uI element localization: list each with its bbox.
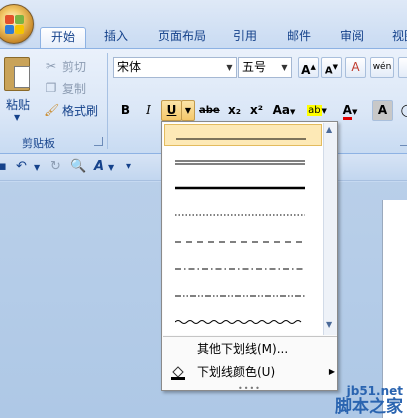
single-line-icon (176, 138, 306, 140)
resize-grip-icon[interactable]: •••• (238, 384, 261, 393)
change-case-label: Aa (272, 103, 290, 117)
watermark-text: 脚本之家 (335, 397, 403, 417)
underline-dropdown-icon[interactable]: ▼ (181, 100, 195, 121)
highlight-button[interactable]: ab▼ (303, 100, 331, 121)
paste-button-label[interactable]: 粘贴 (6, 96, 30, 113)
clear-formatting-button[interactable]: A (345, 57, 366, 78)
underline-option-dash-dot-dot[interactable] (175, 284, 305, 306)
underline-option-wave[interactable] (174, 310, 305, 332)
clear-formatting-icon: A (351, 60, 360, 74)
tab-references[interactable]: 引用 (224, 27, 266, 48)
office-button[interactable] (0, 4, 34, 44)
paste-icon[interactable] (4, 57, 30, 91)
format-painter-label: 格式刷 (62, 103, 99, 118)
shrink-font-button[interactable]: A▼ (321, 57, 342, 78)
underline-option-dash-dot[interactable] (175, 257, 305, 279)
save-icon[interactable]: ▪ (0, 159, 7, 174)
clipboard-dialog-launcher-icon[interactable] (94, 137, 103, 146)
office-logo-icon (5, 15, 25, 35)
scroll-up-icon[interactable]: ▲ (326, 125, 332, 134)
undo-dropdown-icon[interactable]: ▼ (34, 163, 40, 172)
strikethrough-button[interactable]: abe (198, 100, 221, 121)
highlighter-icon: ab (307, 105, 322, 116)
tab-home[interactable]: 开始 (40, 27, 86, 48)
underline-option-dotted[interactable] (175, 203, 305, 225)
grow-font-button[interactable]: A▲ (298, 57, 319, 78)
underline-color-label: 下划线颜色(U) (197, 365, 276, 379)
phonetic-guide-button[interactable]: wén (370, 57, 394, 78)
group-separator (107, 53, 108, 149)
paste-dropdown-icon[interactable]: ▼ (14, 113, 20, 122)
scissors-icon: ✂ (45, 59, 57, 73)
tab-view[interactable]: 视图 (384, 27, 407, 48)
print-preview-icon[interactable]: 🔍 (70, 159, 86, 174)
dotted-line-icon (175, 214, 305, 216)
paint-bucket-icon (170, 364, 186, 380)
undo-icon[interactable]: ↶ (16, 159, 27, 174)
brush-icon: 🖌 (44, 103, 60, 117)
phonetic-guide-icon: wén (372, 62, 392, 72)
underline-button[interactable]: U (161, 100, 182, 121)
copy-button[interactable]: ❐ 复制 (44, 79, 86, 97)
thick-line-icon (175, 186, 305, 190)
dashed-line-icon (175, 241, 305, 243)
dash-dot-line-icon (175, 268, 305, 270)
underline-option-single[interactable] (164, 124, 322, 146)
underline-color-item[interactable]: 下划线颜色(U) ▶ (163, 361, 337, 383)
underline-style-menu: ▲ ▼ 其他下划线(M)... 下划线颜色(U) ▶ •••• (161, 121, 338, 393)
enclose-circle-icon[interactable]: ◯ (397, 100, 407, 121)
submenu-arrow-icon: ▶ (328, 367, 335, 376)
watermark: jb51.net 脚本之家 (335, 384, 403, 416)
text-effects-icon[interactable]: A (94, 159, 104, 174)
format-painter-button[interactable]: 🖌 格式刷 (44, 101, 98, 119)
double-line-icon (175, 160, 305, 165)
font-name-combo[interactable]: 宋体 ▼ (113, 57, 237, 78)
bold-button[interactable]: B (115, 100, 136, 121)
ribbon-tab-bar: 开始 插入 页面布局 引用 邮件 审阅 视图 (0, 0, 407, 48)
copy-icon: ❐ (45, 81, 57, 95)
font-size-combo[interactable]: 五号 ▼ (238, 57, 292, 78)
dash-dot-dot-line-icon (175, 295, 305, 297)
customize-toolbar-icon[interactable]: ▾ (126, 161, 131, 172)
underline-option-dashed[interactable] (175, 230, 305, 252)
tab-page-layout[interactable]: 页面布局 (148, 27, 216, 48)
cut-button[interactable]: ✂ 剪切 (44, 57, 86, 75)
more-underlines-label: 其他下划线(M)... (197, 342, 289, 356)
underline-option-double[interactable] (175, 149, 305, 171)
wave-line-icon (174, 320, 302, 324)
shrink-font-label: A (324, 65, 333, 77)
italic-button[interactable]: I (138, 100, 159, 121)
chevron-down-icon[interactable]: ▼ (278, 58, 291, 77)
cut-label: 剪切 (62, 59, 87, 74)
underline-style-gallery (163, 123, 323, 335)
gallery-scrollbar[interactable]: ▲ ▼ (323, 123, 337, 335)
font-color-button[interactable]: A▼ (336, 100, 364, 121)
font-size-value: 五号 (242, 60, 267, 74)
font-name-value: 宋体 (117, 60, 142, 74)
character-shading-button[interactable]: A (372, 100, 393, 121)
font-color-icon: A (342, 103, 352, 120)
tab-mailings[interactable]: 邮件 (278, 27, 320, 48)
enclose-characters-button[interactable] (398, 57, 407, 78)
superscript-button[interactable]: x² (246, 100, 267, 121)
tab-review[interactable]: 审阅 (330, 27, 374, 48)
chevron-down-icon[interactable]: ▼ (223, 58, 236, 77)
font-dialog-launcher-icon[interactable] (400, 137, 407, 146)
tab-insert[interactable]: 插入 (94, 27, 138, 48)
scroll-down-icon[interactable]: ▼ (326, 320, 332, 329)
watermark-url: jb51.net (346, 384, 403, 398)
clipboard-group-label: 剪贴板 (22, 137, 55, 150)
copy-label: 复制 (62, 81, 87, 96)
text-effects-dropdown-icon[interactable]: ▼ (108, 163, 114, 172)
redo-icon[interactable]: ↻ (50, 159, 61, 174)
change-case-button[interactable]: Aa▼ (270, 100, 298, 121)
more-underlines-item[interactable]: 其他下划线(M)... (163, 338, 337, 360)
underline-option-thick[interactable] (175, 176, 305, 198)
subscript-button[interactable]: x₂ (224, 100, 245, 121)
menu-separator (163, 336, 337, 337)
